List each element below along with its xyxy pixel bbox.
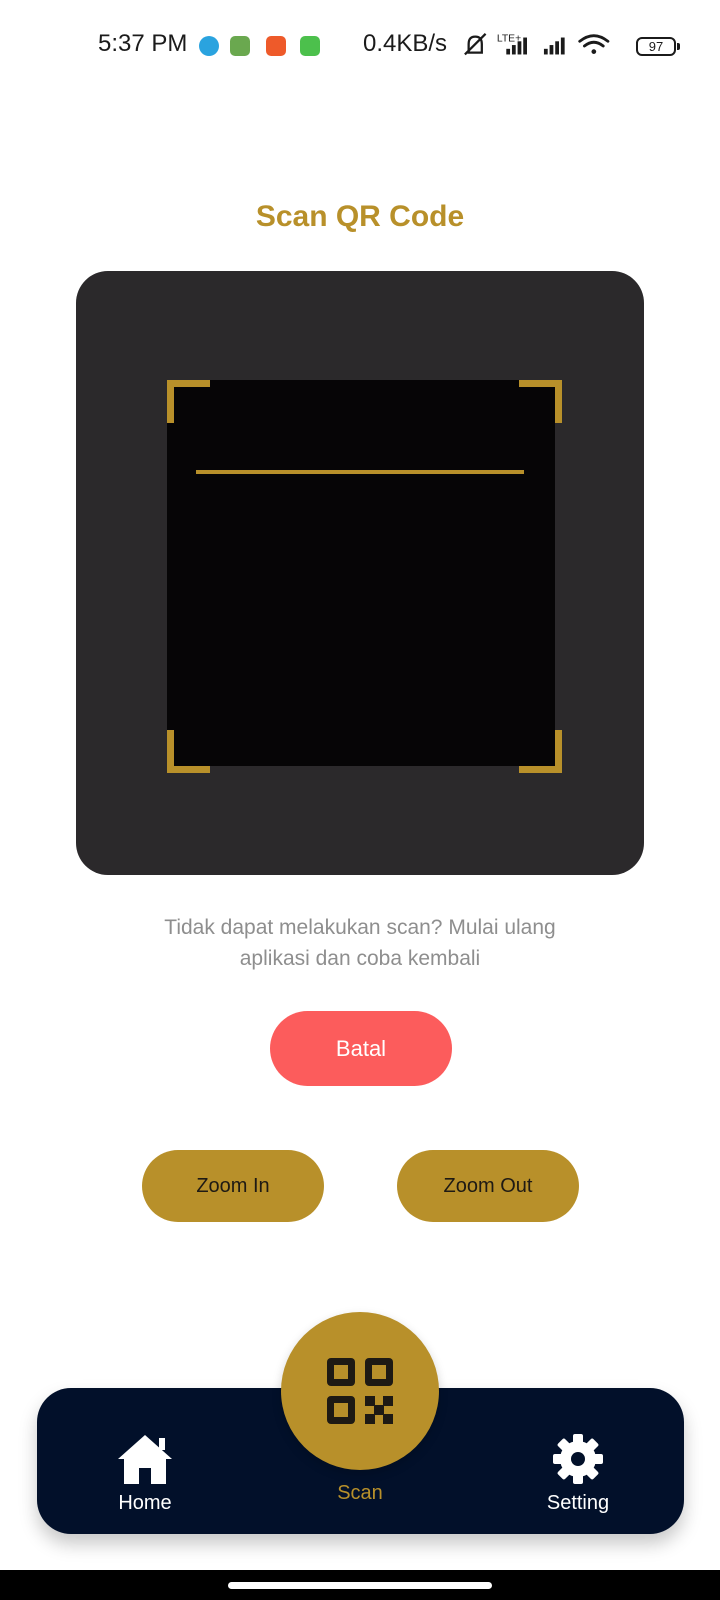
status-time: 5:37 PM xyxy=(98,30,188,57)
cancel-button[interactable]: Batal xyxy=(270,1011,452,1086)
qr-code-icon xyxy=(327,1358,393,1424)
zoom-out-button[interactable]: Zoom Out xyxy=(397,1150,579,1222)
shopee-icon xyxy=(266,36,286,56)
scan-line xyxy=(196,470,524,474)
viewfinder-corner-bottom-right xyxy=(519,730,562,773)
scan-hint-text: Tidak dapat melakukan scan? Mulai ulang … xyxy=(164,916,556,970)
lte-label: LTE+ xyxy=(497,33,521,44)
nav-item-scan[interactable] xyxy=(281,1312,439,1470)
zoom-in-button[interactable]: Zoom In xyxy=(142,1150,324,1222)
camera-viewfinder[interactable] xyxy=(167,380,555,766)
game-app-icon xyxy=(230,36,250,56)
nav-item-home[interactable]: Home xyxy=(100,1432,190,1515)
gear-icon xyxy=(553,1434,603,1484)
page-title: Scan QR Code xyxy=(255,200,465,233)
viewfinder-corner-bottom-left xyxy=(167,730,210,773)
network-speed: 0.4KB/s xyxy=(363,30,448,57)
telegram-icon xyxy=(199,36,219,56)
nav-scan-label[interactable]: Scan xyxy=(310,1482,410,1505)
battery-indicator: 97 xyxy=(636,37,680,56)
wifi-icon xyxy=(578,34,610,54)
status-icons: LTE+ xyxy=(464,32,610,56)
nav-setting-label: Setting xyxy=(546,1492,610,1514)
nav-home-label: Home xyxy=(118,1492,172,1514)
nav-item-setting[interactable]: Setting xyxy=(528,1432,628,1515)
android-app-icon xyxy=(300,36,320,56)
viewfinder-corner-top-right xyxy=(519,380,562,423)
status-bar: 5:37 PM 0.4KB/s LTE+ 97 xyxy=(0,0,720,92)
home-gesture-handle[interactable] xyxy=(228,1582,492,1589)
mute-icon xyxy=(464,32,487,56)
viewfinder-corner-top-left xyxy=(167,380,210,423)
home-icon xyxy=(118,1435,172,1484)
signal-icon xyxy=(543,37,565,55)
